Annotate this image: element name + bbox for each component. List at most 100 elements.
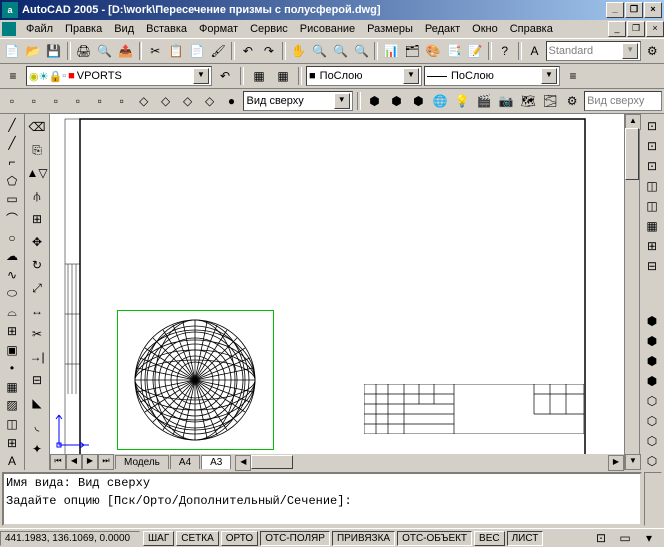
properties-icon[interactable]: 📊: [381, 40, 401, 62]
vt10-icon[interactable]: ◇: [200, 90, 220, 112]
chevron-down-icon[interactable]: ▼: [622, 43, 638, 59]
osnap-button[interactable]: ПРИВЯЗКА: [332, 531, 395, 546]
lwt-button[interactable]: ВЕС: [474, 531, 505, 546]
rt2-icon[interactable]: ⊡: [641, 136, 663, 155]
pan-icon[interactable]: ✋: [289, 40, 309, 62]
render8-icon[interactable]: 🗺: [518, 90, 538, 112]
point-icon[interactable]: •: [1, 359, 23, 377]
render9-icon[interactable]: 🌫: [540, 90, 560, 112]
copy-icon[interactable]: 📋: [166, 40, 186, 62]
tab-prev-button[interactable]: ◀: [66, 454, 82, 470]
trim-icon[interactable]: ✂: [26, 323, 48, 345]
vt8-icon[interactable]: ◇: [156, 90, 176, 112]
zoom-win-icon[interactable]: 🔍: [331, 40, 351, 62]
gradient-icon[interactable]: ▨: [1, 397, 23, 415]
tab-next-button[interactable]: ▶: [82, 454, 98, 470]
menu-tools[interactable]: Сервис: [244, 21, 294, 37]
scroll-right-button[interactable]: ▶: [608, 455, 624, 471]
status-tool3-icon[interactable]: ▾: [638, 527, 660, 547]
xline-icon[interactable]: ╱: [1, 135, 23, 153]
menu-modify[interactable]: Редакт: [419, 21, 466, 37]
insert-icon[interactable]: ⊞: [1, 322, 23, 340]
vt3-icon[interactable]: ▫: [46, 90, 66, 112]
style-combo[interactable]: Standard▼: [546, 41, 642, 61]
rt13-icon[interactable]: ⬡: [641, 391, 663, 410]
redo-icon[interactable]: ↷: [259, 40, 279, 62]
chevron-down-icon[interactable]: ▼: [403, 68, 419, 84]
markup-icon[interactable]: 📝: [465, 40, 485, 62]
minimize-button[interactable]: _: [606, 2, 624, 18]
vt6-icon[interactable]: ▫: [112, 90, 132, 112]
ellipse-icon[interactable]: ⬭: [1, 285, 23, 303]
save-icon[interactable]: 💾: [44, 40, 64, 62]
view-combo[interactable]: Вид сверху▼: [243, 91, 352, 111]
menu-file[interactable]: Файл: [20, 21, 59, 37]
vt11-icon[interactable]: ●: [222, 90, 242, 112]
menu-dimension[interactable]: Размеры: [361, 21, 419, 37]
close-button[interactable]: ×: [644, 2, 662, 18]
scroll-thumb[interactable]: [251, 455, 293, 469]
rt15-icon[interactable]: ⬡: [641, 431, 663, 450]
rt6-icon[interactable]: ▦: [641, 216, 663, 235]
layer-combo[interactable]: ◉☀🔒▫ ■ VPORTS ▼: [26, 66, 212, 86]
cut-icon[interactable]: ✂: [145, 40, 165, 62]
scroll-thumb-v[interactable]: [625, 128, 639, 180]
table-icon[interactable]: ⊞: [1, 434, 23, 452]
render10-icon[interactable]: ⚙: [562, 90, 582, 112]
doc-minimize-button[interactable]: _: [608, 21, 626, 37]
vertical-scrollbar[interactable]: ▲ ▼: [624, 114, 639, 470]
rt11-icon[interactable]: ⬢: [641, 351, 663, 370]
menu-format[interactable]: Формат: [193, 21, 244, 37]
tab-model[interactable]: Модель: [115, 455, 169, 469]
rt12-icon[interactable]: ⬢: [641, 371, 663, 390]
hatch-icon[interactable]: ▦: [1, 378, 23, 396]
chevron-down-icon[interactable]: ▼: [193, 68, 209, 84]
open-icon[interactable]: 📂: [23, 40, 43, 62]
rt1-icon[interactable]: ⊡: [641, 116, 663, 135]
tab-last-button[interactable]: ⏭: [98, 454, 114, 470]
rt16-icon[interactable]: ⬡: [641, 451, 663, 470]
mirror-icon[interactable]: ▲▽: [26, 162, 48, 184]
mtext-icon[interactable]: A: [1, 452, 23, 470]
vt9-icon[interactable]: ◇: [178, 90, 198, 112]
menu-edit[interactable]: Правка: [59, 21, 108, 37]
undo-icon[interactable]: ↶: [238, 40, 258, 62]
vt5-icon[interactable]: ▫: [90, 90, 110, 112]
new-icon[interactable]: 📄: [2, 40, 22, 62]
render5-icon[interactable]: 💡: [452, 90, 472, 112]
rectangle-icon[interactable]: ▭: [1, 190, 23, 208]
publish-icon[interactable]: 📤: [116, 40, 136, 62]
ellipsearc-icon[interactable]: ⌓: [1, 303, 23, 321]
plot-preview-icon[interactable]: 🔍: [95, 40, 115, 62]
move-icon[interactable]: ✥: [26, 231, 48, 253]
rotate-icon[interactable]: ↻: [26, 254, 48, 276]
fillet-icon[interactable]: ◟: [26, 415, 48, 437]
offset-icon[interactable]: ⫛: [26, 185, 48, 207]
polygon-icon[interactable]: ⬠: [1, 172, 23, 190]
chevron-down-icon[interactable]: ▼: [541, 68, 557, 84]
spline-icon[interactable]: ∿: [1, 266, 23, 284]
menu-window[interactable]: Окно: [466, 21, 504, 37]
horizontal-scrollbar[interactable]: ◀ ▶: [235, 455, 624, 469]
paper-button[interactable]: ЛИСТ: [507, 531, 544, 546]
match-icon[interactable]: 🖌: [208, 40, 228, 62]
lineweight-tool-icon[interactable]: ≡: [562, 65, 584, 87]
extend-icon[interactable]: →|: [26, 346, 48, 368]
rt9-icon[interactable]: ⬢: [641, 311, 663, 330]
arc-icon[interactable]: ⌒: [1, 209, 23, 228]
paste-icon[interactable]: 📄: [187, 40, 207, 62]
designcenter-icon[interactable]: 🗂: [402, 40, 422, 62]
rt4-icon[interactable]: ◫: [641, 176, 663, 195]
command-window[interactable]: Имя вида: Вид сверху Задайте опцию [Пск/…: [2, 472, 642, 526]
color-combo[interactable]: ■ПоСлою▼: [306, 66, 422, 86]
pline-icon[interactable]: ⌐: [1, 153, 23, 171]
layer-manager-icon[interactable]: ≡: [2, 65, 24, 87]
zoom-prev-icon[interactable]: 🔍: [351, 40, 371, 62]
ortho-button[interactable]: ОРТО: [221, 531, 258, 546]
lineweight-combo[interactable]: ПоСлою▼: [424, 66, 560, 86]
render1-icon[interactable]: ⬢: [365, 90, 385, 112]
layer-tool1-icon[interactable]: ▦: [248, 65, 270, 87]
render4-icon[interactable]: 🌐: [430, 90, 450, 112]
tab-a4[interactable]: A4: [170, 455, 200, 469]
otrack-button[interactable]: ОТС-ОБЪЕКТ: [397, 531, 472, 546]
